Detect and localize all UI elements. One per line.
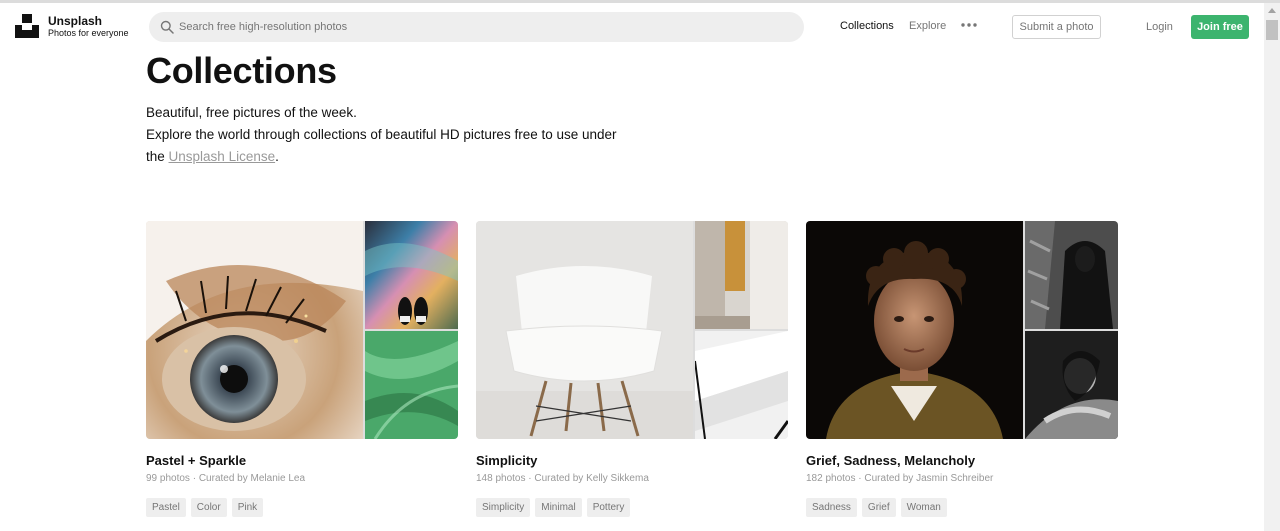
brand-name[interactable]: Unsplash: [48, 14, 102, 28]
more-options-icon[interactable]: [960, 16, 978, 34]
top-navigation-bar: Unsplash Photos for everyone Collections…: [0, 3, 1264, 51]
collection-meta: 148 photos · Curated by Kelly Sikkema: [476, 473, 649, 484]
description-line: Explore the world through collections of…: [146, 127, 617, 142]
photo-count: 148 photos: [476, 473, 526, 484]
collection-title[interactable]: Pastel + Sparkle: [146, 453, 246, 468]
description-text: the: [146, 149, 169, 164]
submit-photo-button[interactable]: Submit a photo: [1012, 15, 1101, 39]
description-line: Beautiful, free pictures of the week.: [146, 105, 357, 120]
collection-preview[interactable]: [146, 221, 458, 439]
login-link[interactable]: Login: [1146, 21, 1173, 33]
collection-meta: 99 photos · Curated by Melanie Lea: [146, 473, 306, 484]
tag[interactable]: Grief: [861, 498, 896, 517]
tag[interactable]: Pastel: [146, 498, 186, 517]
brand-tagline: Photos for everyone: [48, 28, 129, 38]
green-fabric-photo[interactable]: [365, 331, 458, 439]
search-bar[interactable]: [149, 12, 804, 42]
collection-title[interactable]: Simplicity: [476, 453, 537, 468]
search-input[interactable]: [179, 12, 789, 42]
collection-card-simplicity[interactable]: Simplicity 148 photos · Curated by Kelly…: [476, 221, 788, 517]
tag[interactable]: Color: [190, 498, 227, 517]
white-architecture-photo[interactable]: [695, 331, 788, 439]
white-chair-photo[interactable]: [476, 221, 693, 439]
nav-collections-link[interactable]: Collections: [840, 20, 894, 32]
search-icon[interactable]: [160, 20, 174, 34]
curator[interactable]: Curated by Melanie Lea: [199, 473, 305, 484]
woman-grief-photo[interactable]: [1025, 331, 1118, 439]
collection-title[interactable]: Grief, Sadness, Melancholy: [806, 453, 975, 468]
collection-preview[interactable]: [806, 221, 1118, 439]
tag[interactable]: Minimal: [535, 498, 582, 517]
unsplash-logo-icon[interactable]: [15, 14, 39, 38]
young-man-portrait-photo[interactable]: [806, 221, 1023, 439]
scroll-up-arrow-icon[interactable]: [1268, 8, 1276, 13]
collection-card-pastel-sparkle[interactable]: Pastel + Sparkle 99 photos · Curated by …: [146, 221, 458, 517]
tag[interactable]: Woman: [900, 498, 947, 517]
join-free-button[interactable]: Join free: [1191, 15, 1249, 39]
tag[interactable]: Pottery: [586, 498, 631, 517]
oil-rainbow-puddle-photo[interactable]: [365, 221, 458, 329]
photo-count: 182 photos: [806, 473, 856, 484]
collection-card-grief-sadness-melancholy[interactable]: Grief, Sadness, Melancholy 182 photos · …: [806, 221, 1118, 517]
description-text: .: [275, 149, 279, 164]
curator[interactable]: Curated by Jasmin Schreiber: [864, 473, 993, 484]
description-line: the Unsplash License.: [146, 146, 646, 168]
tag-list: Pastel Color Pink: [146, 498, 264, 517]
curator[interactable]: Curated by Kelly Sikkema: [534, 473, 649, 484]
tag[interactable]: Simplicity: [476, 498, 531, 517]
tag-list: Simplicity Minimal Pottery: [476, 498, 631, 517]
tag-list: Sadness Grief Woman: [806, 498, 947, 517]
vertical-scrollbar[interactable]: [1264, 3, 1280, 531]
page-description: Beautiful, free pictures of the week. Ex…: [146, 102, 646, 168]
scrollbar-thumb[interactable]: [1266, 20, 1278, 40]
eye-closeup-photo[interactable]: [146, 221, 363, 439]
collection-preview[interactable]: [476, 221, 788, 439]
hooded-figure-photo[interactable]: [1025, 221, 1118, 329]
page-title: Collections: [146, 50, 337, 91]
collection-meta: 182 photos · Curated by Jasmin Schreiber: [806, 473, 994, 484]
tag[interactable]: Sadness: [806, 498, 857, 517]
mercantile-box-photo[interactable]: [695, 221, 788, 329]
unsplash-license-link[interactable]: Unsplash License: [169, 149, 276, 164]
photo-count: 99 photos: [146, 473, 190, 484]
nav-explore-link[interactable]: Explore: [909, 20, 946, 32]
tag[interactable]: Pink: [231, 498, 264, 517]
